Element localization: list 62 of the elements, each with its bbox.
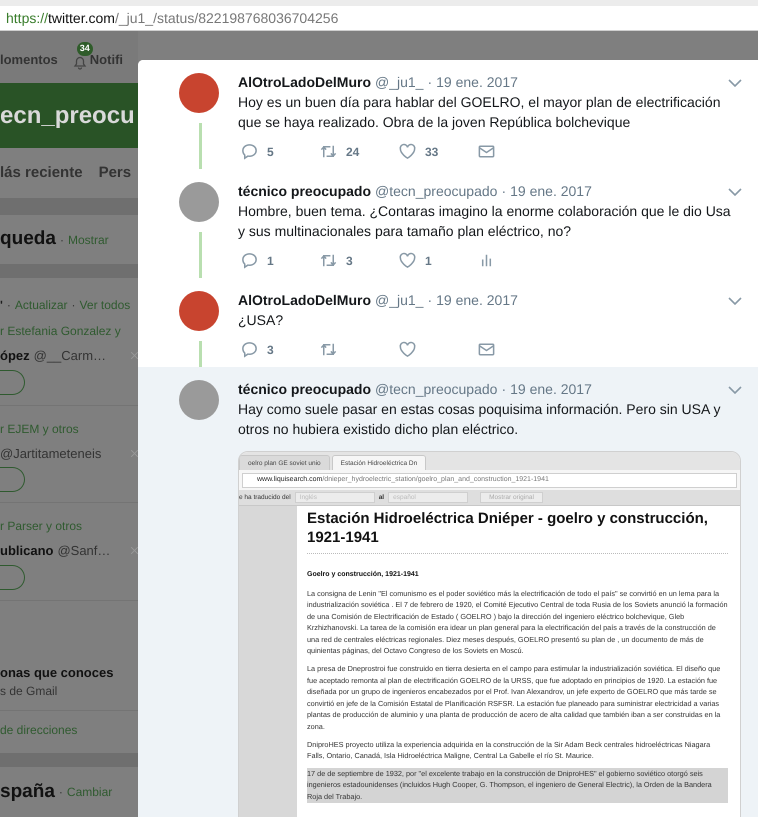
tweet-text: Hombre, buen tema. ¿Contaras imagino la enorme colaboración que le dio Usa y sus multinacionales para tamaño plan eléctrico, no? bbox=[238, 202, 732, 241]
tweet-text: ¿USA? bbox=[238, 311, 284, 330]
author-name[interactable]: AlOtroLadoDelMuro bbox=[238, 73, 371, 92]
separator-dot: · bbox=[427, 291, 432, 310]
suggested-handle[interactable]: @Sanf… bbox=[57, 541, 110, 560]
page-heading: Estación Hidroeléctrica Dniéper - goelro y construcción, 1921-1941 bbox=[307, 509, 728, 554]
card-title: queda bbox=[0, 227, 56, 252]
suggested-handle[interactable]: @Jartitameteneis bbox=[0, 444, 102, 463]
heart-icon bbox=[398, 251, 417, 270]
separator-dot: · bbox=[72, 297, 76, 314]
contacts-subtitle: s de Gmail bbox=[0, 683, 58, 700]
contacts-title: onas que conoces bbox=[0, 664, 114, 682]
heart-icon bbox=[398, 142, 417, 161]
action-count: 33 bbox=[425, 144, 438, 160]
suggested-handle[interactable]: @__Carm… bbox=[34, 346, 106, 366]
author-handle[interactable]: @tecn_preocupado bbox=[375, 380, 498, 399]
action-count: 3 bbox=[267, 342, 274, 358]
caret-icon[interactable] bbox=[728, 386, 742, 394]
author-name[interactable]: AlOtroLadoDelMuro bbox=[238, 291, 371, 310]
reply-icon bbox=[240, 340, 259, 359]
separator-dot: · bbox=[427, 73, 432, 92]
action-count: 1 bbox=[267, 252, 274, 270]
profile-tab[interactable]: Pers bbox=[98, 162, 132, 184]
tweet-text: Hoy es un buen día para hablar del GOELRO, el mayor plan de electrificación que se haya realizado. Obra de la joven República bolchevique bbox=[238, 93, 722, 132]
separator-dot: · bbox=[58, 784, 63, 801]
action-count: 1 bbox=[425, 252, 432, 270]
trends-title: spaña bbox=[0, 780, 55, 804]
tweet-date[interactable]: 19 ene. 2017 bbox=[436, 73, 518, 92]
follow-button[interactable] bbox=[0, 370, 25, 394]
profile-tab[interactable]: lás reciente bbox=[0, 162, 83, 184]
close-icon[interactable] bbox=[131, 450, 138, 457]
action-count: 3 bbox=[346, 252, 353, 270]
tweet-date[interactable]: 19 ene. 2017 bbox=[510, 380, 592, 399]
reply-icon bbox=[240, 142, 259, 161]
tweet-date[interactable]: 19 ene. 2017 bbox=[436, 291, 518, 310]
follow-button[interactable] bbox=[0, 564, 25, 590]
action-count: 5 bbox=[267, 144, 274, 160]
moments-tab[interactable]: lomentos bbox=[0, 50, 58, 70]
reply-icon bbox=[240, 251, 259, 270]
suggested-name[interactable]: ópez bbox=[0, 346, 30, 366]
author-name[interactable]: técnico preocupado bbox=[238, 182, 372, 201]
card-title-end: ' bbox=[0, 297, 3, 314]
close-icon[interactable] bbox=[131, 547, 138, 554]
author-name[interactable]: técnico preocupado bbox=[238, 380, 372, 399]
author-handle[interactable]: @_ju1_ bbox=[375, 291, 424, 310]
follow-button[interactable] bbox=[0, 467, 25, 492]
author-handle[interactable]: @tecn_preocupado bbox=[375, 182, 498, 201]
caret-icon[interactable] bbox=[728, 188, 742, 196]
caret-icon[interactable] bbox=[728, 296, 742, 304]
separator-dot: · bbox=[60, 232, 64, 248]
separator-dot: · bbox=[6, 297, 11, 314]
author-handle[interactable]: @_ju1_ bbox=[375, 73, 424, 92]
suggested-name[interactable]: ublicano bbox=[0, 541, 54, 560]
close-icon[interactable] bbox=[131, 352, 138, 360]
profile-name: ecn_preocu bbox=[0, 100, 135, 130]
heart-icon bbox=[398, 340, 417, 359]
caret-icon[interactable] bbox=[728, 78, 742, 86]
action-count: 24 bbox=[346, 144, 360, 160]
tweet-text: Hay como suele pasar en estas cosas poquisima información. Pero sin USA y otros no hubiera existido dicho plan eléctrico. bbox=[238, 400, 722, 439]
tweet-date[interactable]: 19 ene. 2017 bbox=[510, 182, 592, 201]
separator-dot: · bbox=[501, 380, 506, 399]
separator-dot: · bbox=[501, 182, 506, 201]
